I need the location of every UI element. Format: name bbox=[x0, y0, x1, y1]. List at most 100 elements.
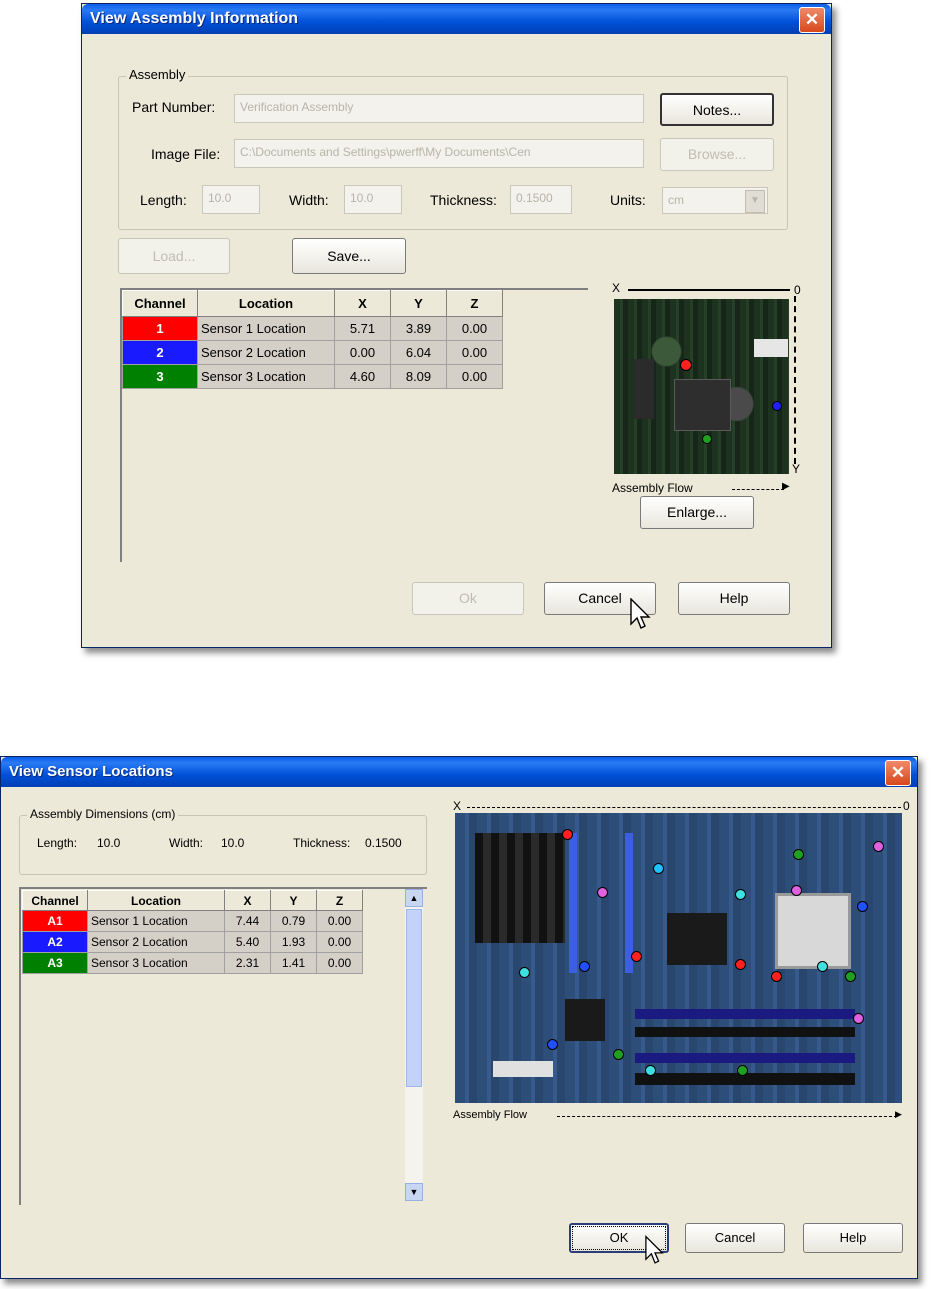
column-header-location[interactable]: Location bbox=[197, 290, 335, 317]
sensor-marker[interactable] bbox=[845, 971, 856, 982]
title-bar[interactable]: View Assembly Information ✕ bbox=[82, 4, 831, 34]
channel-cell: A1 bbox=[22, 910, 88, 932]
width-label: Width: bbox=[169, 836, 204, 850]
location-cell: Sensor 3 Location bbox=[87, 952, 225, 974]
location-cell: Sensor 1 Location bbox=[87, 910, 225, 932]
ok-button[interactable]: Ok bbox=[412, 582, 524, 615]
column-header-x[interactable]: X bbox=[224, 890, 271, 911]
length-field[interactable]: 10.0 bbox=[202, 185, 260, 214]
y-cell: 3.89 bbox=[390, 316, 447, 341]
thickness-field[interactable]: 0.1500 bbox=[510, 185, 572, 214]
sensor-marker[interactable] bbox=[771, 971, 782, 982]
y-cell: 1.41 bbox=[270, 952, 317, 974]
y-cell: 1.93 bbox=[270, 931, 317, 953]
sensor-marker[interactable] bbox=[791, 885, 802, 896]
sensor-marker[interactable] bbox=[873, 841, 884, 852]
browse-button[interactable]: Browse... bbox=[660, 138, 774, 171]
sensor-2-marker[interactable] bbox=[772, 401, 782, 411]
sensor-marker[interactable] bbox=[857, 901, 868, 912]
channel-cell: 3 bbox=[122, 364, 198, 389]
y-cell: 0.79 bbox=[270, 910, 317, 932]
sensor-marker[interactable] bbox=[735, 959, 746, 970]
sensor-marker[interactable] bbox=[853, 1013, 864, 1024]
notes-button[interactable]: Notes... bbox=[660, 93, 774, 126]
sensor-marker[interactable] bbox=[645, 1065, 656, 1076]
scroll-up-icon[interactable]: ▲ bbox=[405, 889, 423, 907]
width-label: Width: bbox=[289, 192, 329, 208]
assembly-group-label: Assembly bbox=[126, 67, 189, 82]
y-cell: 6.04 bbox=[390, 340, 447, 365]
image-file-field[interactable]: C:\Documents and Settings\pwerff\My Docu… bbox=[234, 139, 644, 168]
origin-label: 0 bbox=[794, 283, 801, 297]
sensor-1-marker[interactable] bbox=[680, 359, 692, 371]
sensor-marker[interactable] bbox=[653, 863, 664, 874]
units-select[interactable]: cm ▼ bbox=[662, 187, 768, 214]
x-cell: 2.31 bbox=[224, 952, 271, 974]
load-button[interactable]: Load... bbox=[118, 238, 230, 274]
title-bar[interactable]: View Sensor Locations ✕ bbox=[1, 757, 917, 787]
table-row[interactable]: A2 Sensor 2 Location 5.40 1.93 0.00 bbox=[22, 931, 363, 953]
vertical-scrollbar[interactable]: ▲ ▼ bbox=[405, 889, 423, 1201]
table-row[interactable]: A3 Sensor 3 Location 2.31 1.41 0.00 bbox=[22, 952, 363, 974]
sensor-marker[interactable] bbox=[631, 951, 642, 962]
scroll-thumb[interactable] bbox=[406, 909, 422, 1087]
width-field[interactable]: 10.0 bbox=[344, 185, 402, 214]
z-cell: 0.00 bbox=[446, 364, 503, 389]
x-axis-label: X bbox=[612, 281, 621, 295]
sensor-marker[interactable] bbox=[735, 889, 746, 900]
table-row[interactable]: 3 Sensor 3 Location 4.60 8.09 0.00 bbox=[122, 364, 503, 389]
z-cell: 0.00 bbox=[446, 316, 503, 341]
arrow-right-icon: ▶ bbox=[895, 1109, 902, 1119]
thickness-label: Thickness: bbox=[430, 192, 497, 208]
column-header-channel[interactable]: Channel bbox=[122, 290, 198, 317]
column-header-y[interactable]: Y bbox=[270, 890, 317, 911]
x-cell: 5.40 bbox=[224, 931, 271, 953]
scroll-down-icon[interactable]: ▼ bbox=[405, 1183, 423, 1201]
assembly-flow-label: Assembly Flow bbox=[453, 1109, 527, 1121]
sensor-marker[interactable] bbox=[519, 967, 530, 978]
location-cell: Sensor 1 Location bbox=[197, 316, 335, 341]
help-button[interactable]: Help bbox=[678, 582, 790, 615]
channel-cell: 1 bbox=[122, 316, 198, 341]
sensor-3-marker[interactable] bbox=[702, 434, 712, 444]
column-header-location[interactable]: Location bbox=[87, 890, 225, 911]
y-axis-label: Y bbox=[792, 462, 801, 476]
channel-cell: 2 bbox=[122, 340, 198, 365]
column-header-y[interactable]: Y bbox=[390, 290, 447, 317]
cancel-button[interactable]: Cancel bbox=[685, 1223, 785, 1253]
column-header-z[interactable]: Z bbox=[446, 290, 503, 317]
column-header-z[interactable]: Z bbox=[316, 890, 363, 911]
table-row[interactable]: A1 Sensor 1 Location 7.44 0.79 0.00 bbox=[22, 910, 363, 932]
thickness-value: 0.1500 bbox=[365, 836, 402, 850]
sensor-marker[interactable] bbox=[579, 961, 590, 972]
sensor-marker[interactable] bbox=[597, 887, 608, 898]
x-axis-line bbox=[467, 807, 901, 808]
sensor-marker[interactable] bbox=[817, 961, 828, 972]
save-button[interactable]: Save... bbox=[292, 238, 406, 274]
table-row[interactable]: 1 Sensor 1 Location 5.71 3.89 0.00 bbox=[122, 316, 503, 341]
enlarge-button[interactable]: Enlarge... bbox=[640, 496, 754, 529]
sensor-marker[interactable] bbox=[793, 849, 804, 860]
chevron-down-icon[interactable]: ▼ bbox=[745, 190, 765, 213]
sensor-marker[interactable] bbox=[613, 1049, 624, 1060]
origin-label: 0 bbox=[903, 799, 910, 813]
part-number-field[interactable]: Verification Assembly bbox=[234, 94, 644, 123]
channel-cell: A2 bbox=[22, 931, 88, 953]
table-row[interactable]: 2 Sensor 2 Location 0.00 6.04 0.00 bbox=[122, 340, 503, 365]
close-icon[interactable]: ✕ bbox=[885, 760, 911, 786]
units-value: cm bbox=[668, 193, 684, 207]
help-button[interactable]: Help bbox=[803, 1223, 903, 1253]
arrow-right-icon: ▶ bbox=[782, 481, 790, 492]
length-value: 10.0 bbox=[97, 836, 121, 850]
sensor-marker[interactable] bbox=[562, 829, 573, 840]
sensor-marker[interactable] bbox=[547, 1039, 558, 1050]
sensor-marker[interactable] bbox=[737, 1065, 748, 1076]
close-icon[interactable]: ✕ bbox=[799, 7, 825, 33]
image-file-label: Image File: bbox=[151, 146, 221, 162]
column-header-channel[interactable]: Channel bbox=[22, 890, 88, 911]
location-cell: Sensor 2 Location bbox=[87, 931, 225, 953]
x-cell: 7.44 bbox=[224, 910, 271, 932]
x-cell: 4.60 bbox=[334, 364, 391, 389]
location-cell: Sensor 3 Location bbox=[197, 364, 335, 389]
column-header-x[interactable]: X bbox=[334, 290, 391, 317]
